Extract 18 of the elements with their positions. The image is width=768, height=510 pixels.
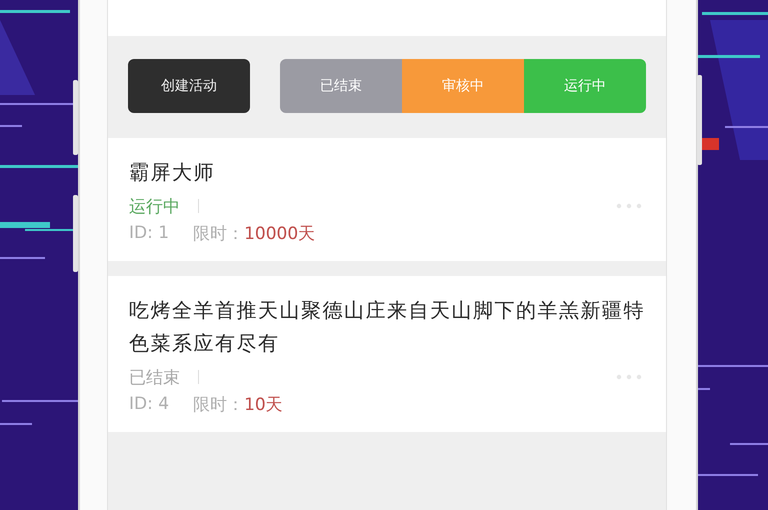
more-icon[interactable] [616, 374, 642, 380]
light-streak [702, 12, 768, 15]
light-streak [0, 10, 70, 13]
activity-card[interactable]: 吃烤全羊首推天山聚德山庄来自天山脚下的羊羔新疆特色菜系应有尽有 已结束 ID: 4 限时：10天 [108, 276, 666, 432]
activity-status: 已结束 [129, 366, 180, 388]
time-limit-label: 限时： [193, 222, 244, 244]
time-limit-value: 10000天 [244, 222, 316, 244]
light-streak [698, 55, 760, 58]
activity-id: ID: 4 [129, 394, 170, 414]
time-limit-label: 限时： [193, 394, 244, 416]
activity-card[interactable]: 霸屏大师 运行中 ID: 1 限时：10000天 [108, 138, 666, 261]
activity-id: ID: 1 [129, 223, 170, 243]
activity-status: 运行中 [129, 196, 180, 218]
activity-title: 霸屏大师 [129, 159, 216, 186]
more-icon[interactable] [616, 203, 642, 209]
time-limit-value: 10天 [244, 394, 283, 416]
create-activity-button[interactable]: 创建活动 [128, 59, 250, 113]
activity-title: 吃烤全羊首推天山聚德山庄来自天山脚下的羊羔新疆特色菜系应有尽有 [129, 297, 646, 357]
